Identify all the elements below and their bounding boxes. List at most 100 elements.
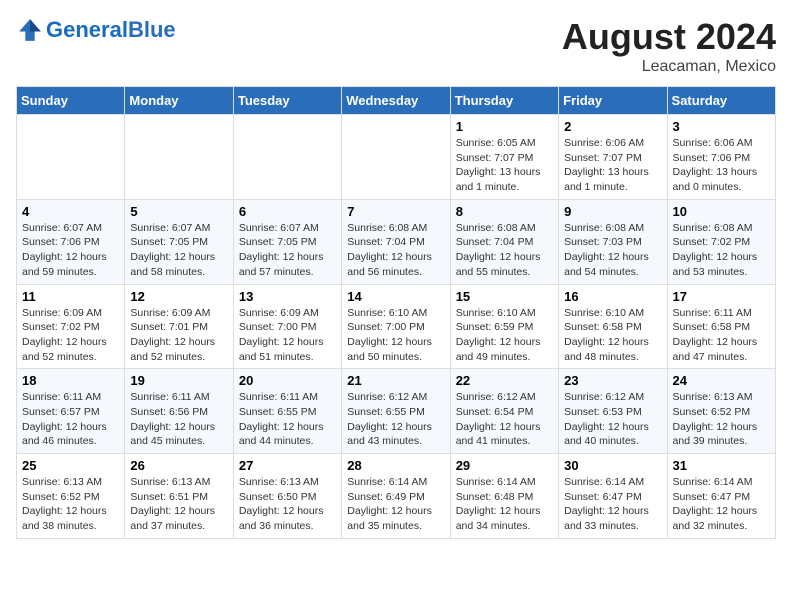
day-info: Sunrise: 6:06 AM Sunset: 7:06 PM Dayligh… (673, 136, 770, 195)
day-cell: 1 Sunrise: 6:05 AM Sunset: 7:07 PM Daylig… (450, 115, 558, 200)
day-number: 10 (673, 204, 770, 219)
day-number: 28 (347, 458, 444, 473)
header-row: SundayMondayTuesdayWednesdayThursdayFrid… (17, 87, 776, 115)
day-cell: 23 Sunrise: 6:12 AM Sunset: 6:53 PM Dayli… (559, 369, 667, 454)
day-number: 20 (239, 373, 336, 388)
day-number: 5 (130, 204, 227, 219)
day-number: 30 (564, 458, 661, 473)
day-cell: 14 Sunrise: 6:10 AM Sunset: 7:00 PM Dayli… (342, 284, 450, 369)
day-cell: 11Sunrise: 6:09 AM Sunset: 7:02 PM Dayli… (17, 284, 125, 369)
day-info: Sunrise: 6:05 AM Sunset: 7:07 PM Dayligh… (456, 136, 553, 195)
day-info: Sunrise: 6:13 AM Sunset: 6:51 PM Dayligh… (130, 475, 227, 534)
day-number: 26 (130, 458, 227, 473)
day-cell (342, 115, 450, 200)
day-info: Sunrise: 6:10 AM Sunset: 6:58 PM Dayligh… (564, 306, 661, 365)
header-cell-friday: Friday (559, 87, 667, 115)
day-info: Sunrise: 6:11 AM Sunset: 6:57 PM Dayligh… (22, 390, 119, 449)
day-number: 12 (130, 289, 227, 304)
day-info: Sunrise: 6:10 AM Sunset: 7:00 PM Dayligh… (347, 306, 444, 365)
day-info: Sunrise: 6:11 AM Sunset: 6:56 PM Dayligh… (130, 390, 227, 449)
day-cell (17, 115, 125, 200)
day-cell: 21Sunrise: 6:12 AM Sunset: 6:55 PM Dayli… (342, 369, 450, 454)
day-info: Sunrise: 6:13 AM Sunset: 6:52 PM Dayligh… (22, 475, 119, 534)
day-number: 18 (22, 373, 119, 388)
day-info: Sunrise: 6:14 AM Sunset: 6:49 PM Dayligh… (347, 475, 444, 534)
day-cell: 22 Sunrise: 6:12 AM Sunset: 6:54 PM Dayli… (450, 369, 558, 454)
header-cell-monday: Monday (125, 87, 233, 115)
day-info: Sunrise: 6:08 AM Sunset: 7:03 PM Dayligh… (564, 221, 661, 280)
day-number: 1 (456, 119, 553, 134)
logo-blue: Blue (128, 17, 176, 42)
logo: GeneralBlue (16, 16, 176, 44)
day-number: 15 (456, 289, 553, 304)
calendar-body: 1 Sunrise: 6:05 AM Sunset: 7:07 PM Daylig… (17, 115, 776, 539)
day-cell: 4Sunrise: 6:07 AM Sunset: 7:06 PM Daylig… (17, 199, 125, 284)
day-info: Sunrise: 6:13 AM Sunset: 6:50 PM Dayligh… (239, 475, 336, 534)
header-cell-thursday: Thursday (450, 87, 558, 115)
day-info: Sunrise: 6:09 AM Sunset: 7:00 PM Dayligh… (239, 306, 336, 365)
day-number: 23 (564, 373, 661, 388)
month-year: August 2024 (562, 16, 776, 58)
header-cell-sunday: Sunday (17, 87, 125, 115)
day-number: 27 (239, 458, 336, 473)
header-cell-saturday: Saturday (667, 87, 775, 115)
day-info: Sunrise: 6:08 AM Sunset: 7:04 PM Dayligh… (347, 221, 444, 280)
day-info: Sunrise: 6:07 AM Sunset: 7:05 PM Dayligh… (130, 221, 227, 280)
day-info: Sunrise: 6:11 AM Sunset: 6:55 PM Dayligh… (239, 390, 336, 449)
day-cell: 19Sunrise: 6:11 AM Sunset: 6:56 PM Dayli… (125, 369, 233, 454)
day-info: Sunrise: 6:09 AM Sunset: 7:01 PM Dayligh… (130, 306, 227, 365)
day-info: Sunrise: 6:08 AM Sunset: 7:04 PM Dayligh… (456, 221, 553, 280)
day-number: 14 (347, 289, 444, 304)
logo-general: General (46, 17, 128, 42)
day-cell: 26 Sunrise: 6:13 AM Sunset: 6:51 PM Dayli… (125, 454, 233, 539)
day-number: 2 (564, 119, 661, 134)
day-cell: 6Sunrise: 6:07 AM Sunset: 7:05 PM Daylig… (233, 199, 341, 284)
day-number: 25 (22, 458, 119, 473)
day-info: Sunrise: 6:10 AM Sunset: 6:59 PM Dayligh… (456, 306, 553, 365)
day-cell: 5 Sunrise: 6:07 AM Sunset: 7:05 PM Daylig… (125, 199, 233, 284)
day-number: 11 (22, 289, 119, 304)
day-cell: 7Sunrise: 6:08 AM Sunset: 7:04 PM Daylig… (342, 199, 450, 284)
week-row-1: 1 Sunrise: 6:05 AM Sunset: 7:07 PM Daylig… (17, 115, 776, 200)
day-number: 31 (673, 458, 770, 473)
day-number: 4 (22, 204, 119, 219)
week-row-2: 4Sunrise: 6:07 AM Sunset: 7:06 PM Daylig… (17, 199, 776, 284)
day-number: 3 (673, 119, 770, 134)
day-cell: 13Sunrise: 6:09 AM Sunset: 7:00 PM Dayli… (233, 284, 341, 369)
page-header: GeneralBlue August 2024 Leacaman, Mexico (16, 16, 776, 76)
day-cell: 16Sunrise: 6:10 AM Sunset: 6:58 PM Dayli… (559, 284, 667, 369)
day-number: 17 (673, 289, 770, 304)
day-cell: 12 Sunrise: 6:09 AM Sunset: 7:01 PM Dayli… (125, 284, 233, 369)
day-cell: 18 Sunrise: 6:11 AM Sunset: 6:57 PM Dayli… (17, 369, 125, 454)
day-info: Sunrise: 6:14 AM Sunset: 6:47 PM Dayligh… (673, 475, 770, 534)
header-cell-wednesday: Wednesday (342, 87, 450, 115)
day-number: 6 (239, 204, 336, 219)
day-cell: 8Sunrise: 6:08 AM Sunset: 7:04 PM Daylig… (450, 199, 558, 284)
day-cell: 30 Sunrise: 6:14 AM Sunset: 6:47 PM Dayli… (559, 454, 667, 539)
day-cell: 27 Sunrise: 6:13 AM Sunset: 6:50 PM Dayli… (233, 454, 341, 539)
day-info: Sunrise: 6:12 AM Sunset: 6:54 PM Dayligh… (456, 390, 553, 449)
day-cell: 31 Sunrise: 6:14 AM Sunset: 6:47 PM Dayli… (667, 454, 775, 539)
day-cell: 3 Sunrise: 6:06 AM Sunset: 7:06 PM Daylig… (667, 115, 775, 200)
week-row-5: 25 Sunrise: 6:13 AM Sunset: 6:52 PM Dayli… (17, 454, 776, 539)
day-cell: 2Sunrise: 6:06 AM Sunset: 7:07 PM Daylig… (559, 115, 667, 200)
day-cell: 28 Sunrise: 6:14 AM Sunset: 6:49 PM Dayli… (342, 454, 450, 539)
day-info: Sunrise: 6:12 AM Sunset: 6:53 PM Dayligh… (564, 390, 661, 449)
day-number: 22 (456, 373, 553, 388)
day-cell: 25 Sunrise: 6:13 AM Sunset: 6:52 PM Dayli… (17, 454, 125, 539)
logo-text: GeneralBlue (46, 17, 176, 43)
week-row-4: 18 Sunrise: 6:11 AM Sunset: 6:57 PM Dayli… (17, 369, 776, 454)
day-cell (125, 115, 233, 200)
day-info: Sunrise: 6:13 AM Sunset: 6:52 PM Dayligh… (673, 390, 770, 449)
day-info: Sunrise: 6:14 AM Sunset: 6:48 PM Dayligh… (456, 475, 553, 534)
day-cell (233, 115, 341, 200)
day-cell: 24Sunrise: 6:13 AM Sunset: 6:52 PM Dayli… (667, 369, 775, 454)
day-info: Sunrise: 6:14 AM Sunset: 6:47 PM Dayligh… (564, 475, 661, 534)
day-number: 21 (347, 373, 444, 388)
day-number: 9 (564, 204, 661, 219)
day-number: 29 (456, 458, 553, 473)
day-info: Sunrise: 6:08 AM Sunset: 7:02 PM Dayligh… (673, 221, 770, 280)
day-cell: 29 Sunrise: 6:14 AM Sunset: 6:48 PM Dayli… (450, 454, 558, 539)
calendar-table: SundayMondayTuesdayWednesdayThursdayFrid… (16, 86, 776, 539)
header-cell-tuesday: Tuesday (233, 87, 341, 115)
